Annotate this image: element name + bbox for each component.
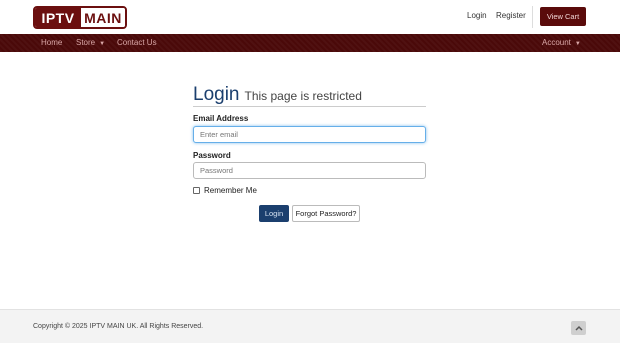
- remember-checkbox[interactable]: [193, 187, 200, 194]
- chevron-down-icon: ▼: [574, 41, 581, 47]
- page-title: Login This page is restricted: [193, 84, 362, 106]
- register-link[interactable]: Register: [496, 11, 526, 20]
- copyright-text: Copyright © 2025 IPTV MAIN UK. All Right…: [33, 323, 204, 330]
- email-placeholder: Enter email: [200, 130, 238, 139]
- site-logo[interactable]: IPTV MAIN: [33, 6, 127, 29]
- back-to-top-button[interactable]: [571, 321, 586, 335]
- remember-label: Remember Me: [204, 186, 257, 195]
- site-footer: Copyright © 2025 IPTV MAIN UK. All Right…: [0, 309, 620, 343]
- page-title-text: Login: [193, 84, 240, 105]
- main-nav: Home Store ▼ Contact Us Account ▼: [0, 34, 620, 52]
- nav-store[interactable]: Store ▼: [76, 38, 105, 47]
- nav-contact[interactable]: Contact Us: [117, 38, 157, 47]
- chevron-down-icon: ▼: [99, 41, 106, 47]
- chevron-up-icon: [574, 325, 583, 331]
- remember-me[interactable]: Remember Me: [193, 186, 257, 195]
- password-label: Password: [193, 151, 231, 160]
- login-link[interactable]: Login: [467, 11, 487, 20]
- password-field[interactable]: Password: [193, 162, 426, 179]
- login-button[interactable]: Login: [259, 205, 289, 222]
- nav-account-label: Account: [542, 38, 571, 47]
- password-placeholder: Password: [200, 166, 233, 175]
- email-label: Email Address: [193, 114, 249, 123]
- email-field[interactable]: Enter email: [193, 126, 426, 143]
- page-subtitle: This page is restricted: [244, 89, 362, 103]
- nav-store-label: Store: [76, 38, 96, 47]
- title-divider: [193, 106, 426, 107]
- site-header: IPTV MAIN Login Register View Cart: [0, 0, 620, 34]
- header-divider: [532, 6, 533, 28]
- view-cart-button[interactable]: View Cart: [540, 7, 586, 26]
- forgot-password-button[interactable]: Forgot Password?: [292, 205, 360, 222]
- nav-account[interactable]: Account ▼: [542, 38, 581, 47]
- logo-left-text: IPTV: [35, 8, 81, 27]
- nav-home[interactable]: Home: [41, 38, 62, 47]
- logo-right-text: MAIN: [81, 8, 125, 27]
